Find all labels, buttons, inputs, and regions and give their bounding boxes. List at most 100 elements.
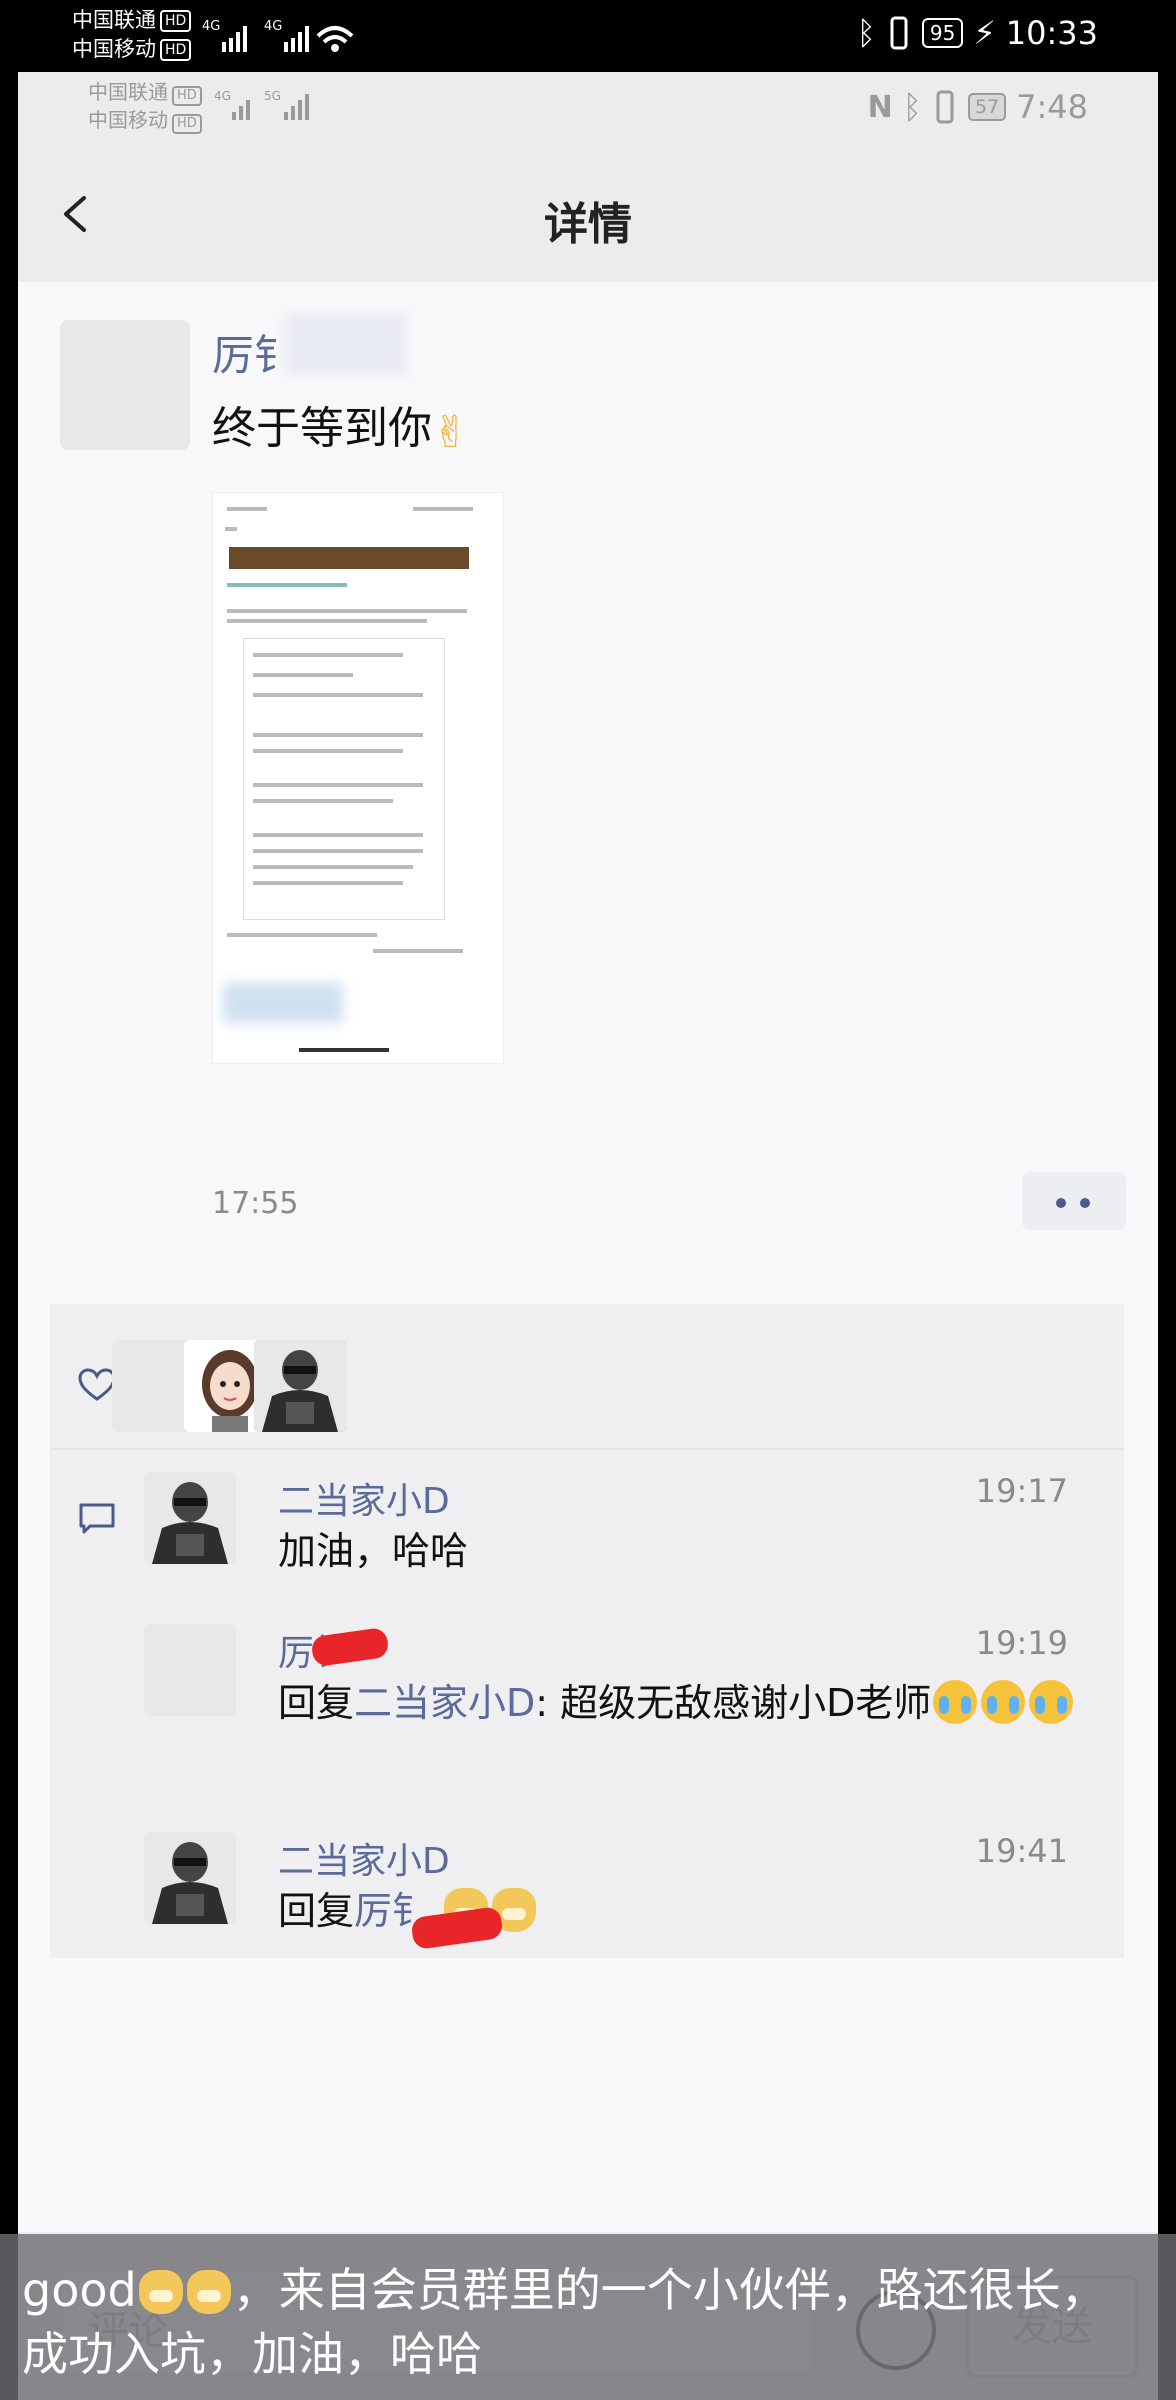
soldier-avatar — [144, 1832, 236, 1924]
avatar[interactable] — [144, 1832, 236, 1924]
bluetooth-icon: ᛒ — [856, 14, 876, 52]
image-detail — [253, 749, 403, 753]
hd-badge: HD — [172, 86, 202, 106]
post-text: 终于等到你✌ — [212, 392, 469, 458]
image-detail — [225, 527, 237, 531]
outer-status-right: ᛒ 95 ⚡ 10:33 — [857, 14, 1098, 52]
image-banner — [229, 547, 469, 569]
heart-icon — [78, 1368, 116, 1401]
caption-text: good ，来自会员群里的一个小伙伴，路还很长，成功入坑，加油，哈哈 — [22, 2258, 1152, 2386]
image-detail — [253, 833, 423, 837]
image-detail — [253, 865, 413, 869]
avatar[interactable] — [144, 1624, 236, 1716]
battery-level: 57 — [967, 93, 1007, 121]
soldier-avatar — [144, 1472, 236, 1564]
outer-clock: 10:33 — [1005, 14, 1098, 52]
comment-time: 19:19 — [975, 1624, 1068, 1662]
battery-level: 95 — [921, 18, 964, 48]
dot — [1056, 1198, 1066, 1208]
inner-status-right: N ᛒ 57 7:48 — [868, 88, 1088, 126]
signal-icon: 4G 4G — [202, 19, 354, 52]
bluetooth-icon: ᛒ — [902, 88, 922, 126]
avatar[interactable] — [254, 1340, 346, 1432]
image-detail — [413, 507, 473, 511]
caption-overlay: good ，来自会员群里的一个小伙伴，路还很长，成功入坑，加油，哈哈 — [0, 2234, 1176, 2400]
comment-time: 19:41 — [975, 1832, 1068, 1870]
more-button[interactable] — [1022, 1172, 1126, 1230]
divider — [50, 1448, 1124, 1450]
comment-time: 19:17 — [975, 1472, 1068, 1510]
comment-text: 回复厉钅. — [278, 1882, 1078, 1940]
soldier-avatar — [254, 1340, 346, 1432]
network-label: 5G — [264, 89, 281, 103]
likes-row — [50, 1304, 1124, 1444]
charging-icon: ⚡ — [973, 14, 996, 52]
reply-target[interactable]: 二当家小D — [354, 1681, 535, 1725]
image-detail — [227, 507, 267, 511]
image-detail — [253, 733, 423, 737]
vibrate-icon — [890, 16, 908, 50]
interactions-panel: 二当家小D 19:17 加油，哈哈 厉钅 19:19 回复二当家小D: 超级无敌… — [50, 1304, 1124, 1958]
network-label: 4G — [214, 89, 231, 103]
crying-emoji-icon — [933, 1680, 978, 1724]
post-author[interactable]: 厉钅 — [212, 322, 296, 383]
inner-carrier-1: 中国联通 — [88, 80, 168, 104]
dot — [1080, 1198, 1090, 1208]
outer-carriers: 中国联通 HD 中国移动 HD — [72, 6, 192, 64]
image-detail — [227, 619, 427, 623]
outer-status-bar: 中国联通 HD 中国移动 HD 4G 4G ᛒ 95 ⚡ 10:33 — [0, 0, 1176, 72]
comment-icon — [79, 1503, 115, 1534]
comment-text: 加油，哈哈 — [278, 1522, 1078, 1580]
doge-emoji-icon — [186, 2270, 231, 2314]
image-detail — [373, 949, 463, 953]
inner-carriers: 中国联通 HD 中国移动 HD — [88, 78, 202, 134]
phone-screen: 中国联通 HD 中国移动 HD 4G 5G N ᛒ 57 7:48 详情 厉钅 终于… — [18, 72, 1158, 2400]
network-label: 4G — [264, 19, 282, 34]
image-detail — [253, 653, 403, 657]
post-text-content: 终于等到你 — [212, 403, 432, 454]
image-detail — [253, 673, 353, 677]
image-detail — [227, 583, 347, 587]
image-detail — [253, 783, 423, 787]
image-detail — [253, 693, 423, 697]
comment-author[interactable]: 二当家小D — [278, 1472, 450, 1524]
avatar[interactable] — [144, 1472, 236, 1564]
network-label: 4G — [202, 19, 220, 34]
victory-hand-icon: ✌ — [432, 407, 469, 458]
hd-badge: HD — [160, 10, 192, 32]
hd-badge: HD — [160, 39, 192, 61]
image-detail — [253, 881, 403, 885]
image-blur — [223, 983, 343, 1023]
nav-bar: 详情 — [18, 142, 1158, 282]
comment-text-content: : 超级无敌感谢小D老师 — [535, 1681, 932, 1725]
inner-status-bar: 中国联通 HD 中国移动 HD 4G 5G N ᛒ 57 7:48 — [18, 72, 1158, 142]
signal-icon: 4G 5G — [214, 89, 309, 120]
nfc-icon: N — [867, 89, 893, 125]
doge-emoji-icon — [138, 2270, 183, 2314]
image-detail — [227, 933, 377, 937]
outer-carrier-2: 中国移动 — [72, 37, 156, 61]
inner-clock: 7:48 — [1016, 88, 1088, 126]
post-time: 17:55 — [212, 1186, 299, 1221]
crying-emoji-icon — [981, 1680, 1026, 1724]
hd-badge: HD — [172, 114, 202, 134]
moment-post: 厉钅 终于等到你✌ 17:55 — [18, 282, 1158, 1302]
reply-prefix: 回复 — [278, 1889, 355, 1933]
comment-text-content: 加油，哈哈 — [278, 1529, 469, 1573]
outer-carrier-1: 中国联通 — [72, 8, 156, 32]
avatar[interactable] — [60, 320, 190, 450]
name-blur-redaction — [286, 314, 406, 374]
comment-author[interactable]: 二当家小D — [278, 1832, 450, 1884]
comment-text: 回复二当家小D: 超级无敌感谢小D老师 — [278, 1674, 1078, 1732]
image-doc-frame — [243, 638, 445, 920]
caption-body: ，来自会员群里的一个小伙伴，路还很长，成功入坑，加油，哈哈 — [22, 2263, 1107, 2381]
image-detail — [253, 849, 423, 853]
post-image[interactable] — [212, 492, 504, 1064]
image-detail — [253, 799, 393, 803]
reply-prefix: 回复 — [278, 1681, 355, 1725]
page-title: 详情 — [544, 199, 632, 250]
vibrate-icon — [936, 90, 954, 124]
caption-prefix: good — [22, 2263, 137, 2317]
inner-carrier-2: 中国移动 — [88, 108, 168, 132]
crying-emoji-icon — [1029, 1680, 1074, 1724]
